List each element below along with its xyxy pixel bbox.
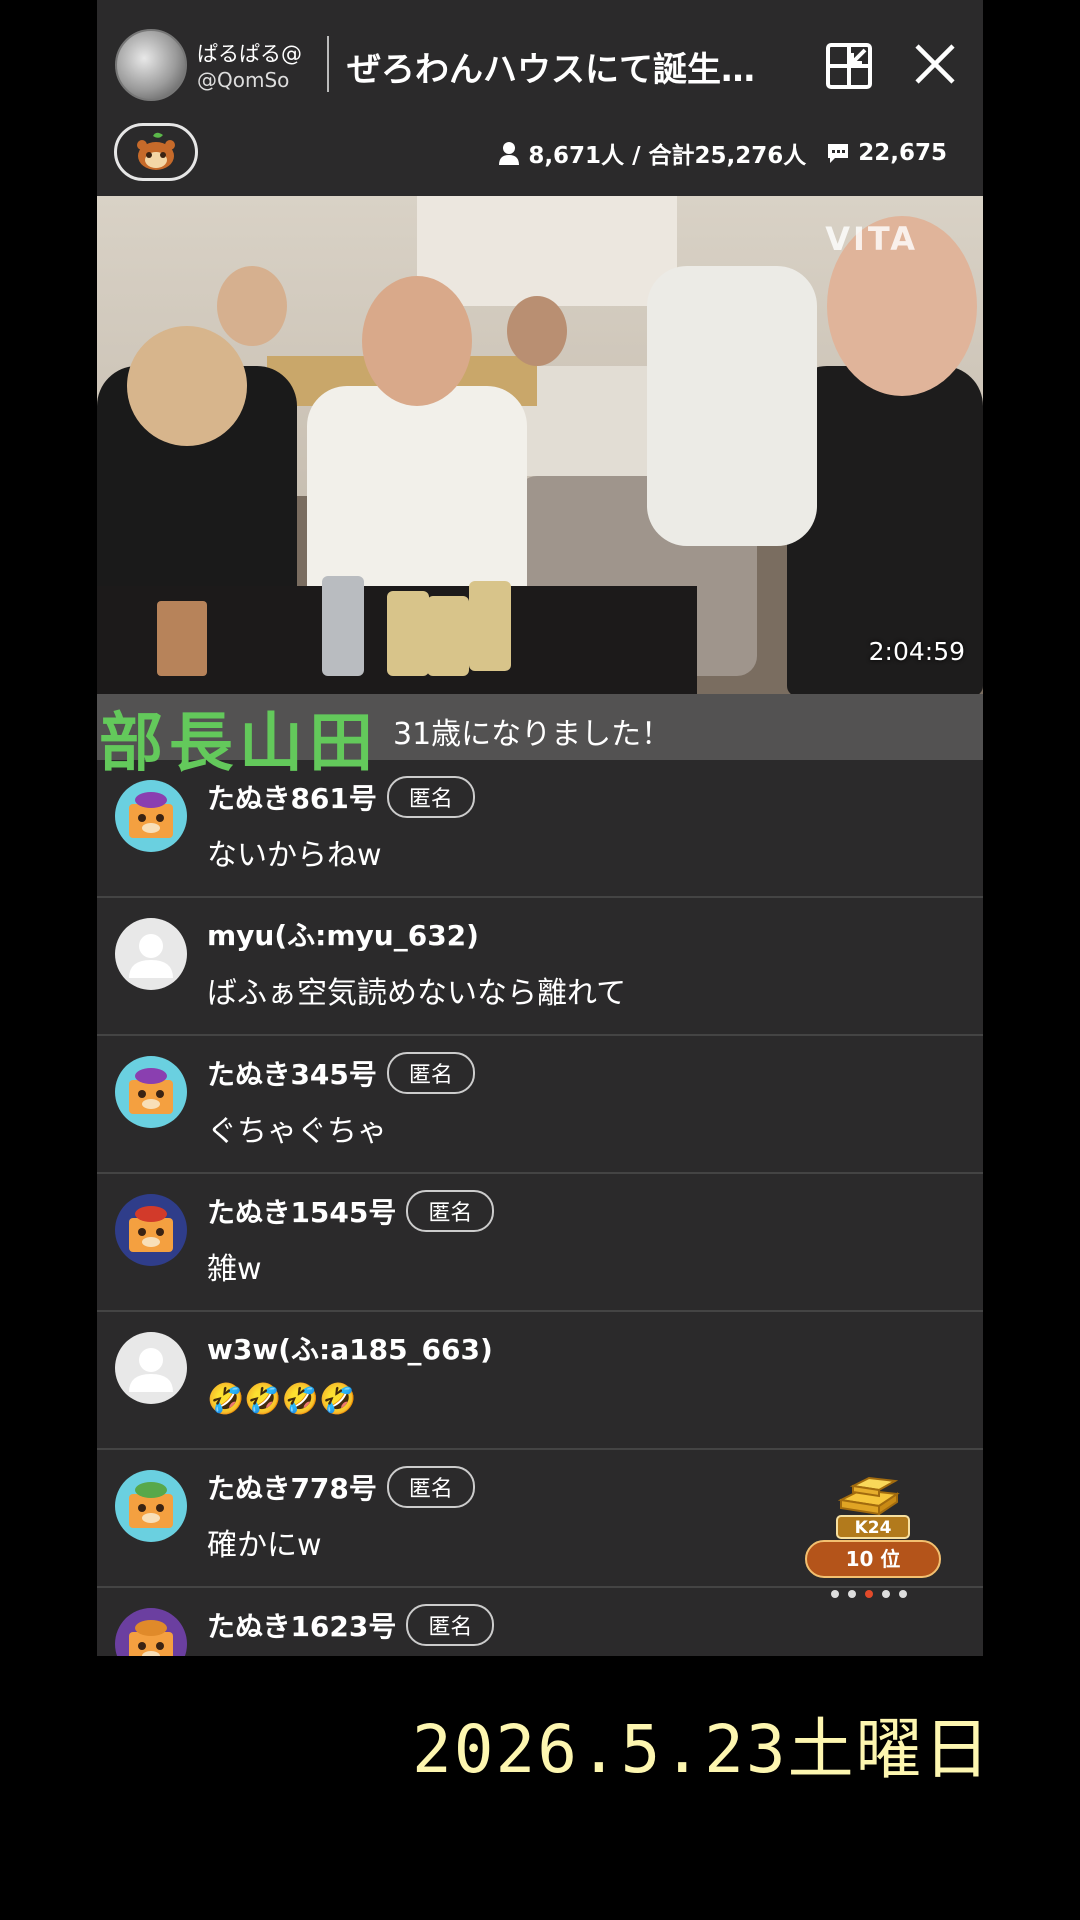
comment-author[interactable]: myu(ふ:myu_632) xyxy=(207,914,479,954)
comment-author-name: たぬき345号 xyxy=(207,1058,377,1091)
video-can-1 xyxy=(322,576,364,676)
anonymous-tag: 匿名 xyxy=(406,1604,495,1646)
caption-text: 31歳になりました！ xyxy=(393,717,672,752)
tanuki-avatar-icon[interactable] xyxy=(115,1194,187,1266)
video-head-back2 xyxy=(507,296,567,366)
comment-author[interactable]: たぬき345号 匿名 xyxy=(207,1052,475,1094)
comment-row[interactable]: w3w(ふ:a185_663) 🤣🤣🤣🤣 xyxy=(97,1312,983,1450)
video-head-left xyxy=(127,326,247,446)
comment-text: ばふぁ空気読めないなら離れて xyxy=(207,976,627,1011)
comment-author[interactable]: たぬき1623号 匿名 xyxy=(207,1604,495,1646)
video-cup xyxy=(157,601,207,676)
live-stream-app: ぱるぱる@ @QomSo ぜろわんハウスにて誕生… 8,671人 / 合計25,… xyxy=(97,0,983,1656)
host-avatar[interactable] xyxy=(115,29,187,101)
comment-author-name: たぬき778号 xyxy=(207,1472,377,1505)
comment-row[interactable]: たぬき1545号 匿名雑w xyxy=(97,1174,983,1312)
minimize-button[interactable] xyxy=(825,42,873,90)
comment-text: ぐちゃぐちゃ xyxy=(207,1114,387,1149)
tanuki-avatar-icon[interactable] xyxy=(115,1608,187,1656)
close-icon xyxy=(915,44,955,84)
comment-author-name: myu(ふ:myu_632) xyxy=(207,919,479,952)
default-avatar-icon[interactable] xyxy=(115,1332,187,1404)
person-icon xyxy=(499,142,520,165)
video-head-back xyxy=(217,266,287,346)
tanuki-avatar-icon[interactable] xyxy=(115,1056,187,1128)
close-button[interactable] xyxy=(913,42,957,86)
comment-count: 22,675 xyxy=(858,140,947,166)
pager-dot[interactable] xyxy=(899,1590,907,1598)
anonymous-tag: 匿名 xyxy=(386,776,475,818)
comment-text: 雑w xyxy=(207,1252,262,1287)
tanuki-icon xyxy=(137,132,175,170)
video-head-center xyxy=(362,276,472,406)
stream-header: ぱるぱる@ @QomSo ぜろわんハウスにて誕生… 8,671人 / 合計25,… xyxy=(97,0,983,196)
comment-author-name: w3w(ふ:a185_663) xyxy=(207,1333,493,1366)
stream-title[interactable]: ぜろわんハウスにて誕生… xyxy=(347,42,797,91)
video-player[interactable]: VITA 2:04:59 xyxy=(97,196,983,694)
pager-dots[interactable] xyxy=(831,1590,907,1598)
comment-author[interactable]: たぬき778号 匿名 xyxy=(207,1466,475,1508)
comment-author-name: たぬき861号 xyxy=(207,782,377,815)
rank-badge[interactable]: K24 10 位 xyxy=(805,1468,945,1600)
video-cabinet xyxy=(417,196,677,306)
comment-author[interactable]: w3w(ふ:a185_663) xyxy=(207,1328,493,1368)
comment-author-name: たぬき1545号 xyxy=(207,1196,397,1229)
gold-bar-icon: K24 xyxy=(836,1476,910,1539)
video-white-bag xyxy=(647,266,817,546)
comment-text: 🤣🤣🤣🤣 xyxy=(207,1382,357,1417)
video-can-2 xyxy=(387,591,429,676)
anonymous-tag: 匿名 xyxy=(386,1466,475,1508)
comment-author-name: たぬき1623号 xyxy=(207,1610,397,1643)
host-handle[interactable]: @QomSo xyxy=(197,68,289,92)
default-avatar-icon[interactable] xyxy=(115,918,187,990)
pager-dot[interactable] xyxy=(882,1590,890,1598)
comment-text: 確かにw xyxy=(207,1528,322,1563)
minimize-icon xyxy=(826,43,872,89)
video-watermark: VITA xyxy=(825,220,918,258)
viewer-stats: 8,671人 / 合計25,276人 22,675 xyxy=(498,136,947,170)
anonymous-tag: 匿名 xyxy=(386,1052,475,1094)
rank-label: K24 xyxy=(855,1518,892,1538)
comment-icon xyxy=(828,144,849,163)
header-divider xyxy=(327,36,329,92)
video-timecode: 2:04:59 xyxy=(868,637,965,666)
pager-dot-active[interactable] xyxy=(865,1590,873,1598)
date-stamp: 2026.5.23土曜日 xyxy=(412,1711,992,1788)
comment-author[interactable]: たぬき1545号 匿名 xyxy=(207,1190,495,1232)
comment-text: ないからねw xyxy=(207,838,382,873)
pager-dot[interactable] xyxy=(848,1590,856,1598)
rank-position: 10 位 xyxy=(805,1540,941,1578)
tanuki-badge-button[interactable] xyxy=(114,123,198,181)
host-name[interactable]: ぱるぱる@ xyxy=(197,38,302,68)
caption-bar: 部長山田 31歳になりました！ xyxy=(97,694,983,781)
comment-row[interactable]: myu(ふ:myu_632) ばふぁ空気読めないなら離れて xyxy=(97,898,983,1036)
tanuki-avatar-icon[interactable] xyxy=(115,1470,187,1542)
video-can-4 xyxy=(469,581,511,671)
pager-dot[interactable] xyxy=(831,1590,839,1598)
comment-author[interactable]: たぬき861号 匿名 xyxy=(207,776,475,818)
tanuki-avatar-icon[interactable] xyxy=(115,780,187,852)
comment-row[interactable]: たぬき861号 匿名 ないからねw xyxy=(97,760,983,898)
comment-row[interactable]: たぬき345号 匿名ぐちゃぐちゃ xyxy=(97,1036,983,1174)
anonymous-tag: 匿名 xyxy=(406,1190,495,1232)
viewer-count: 8,671人 / 合計25,276人 xyxy=(528,143,807,169)
video-can-3 xyxy=(427,596,469,676)
